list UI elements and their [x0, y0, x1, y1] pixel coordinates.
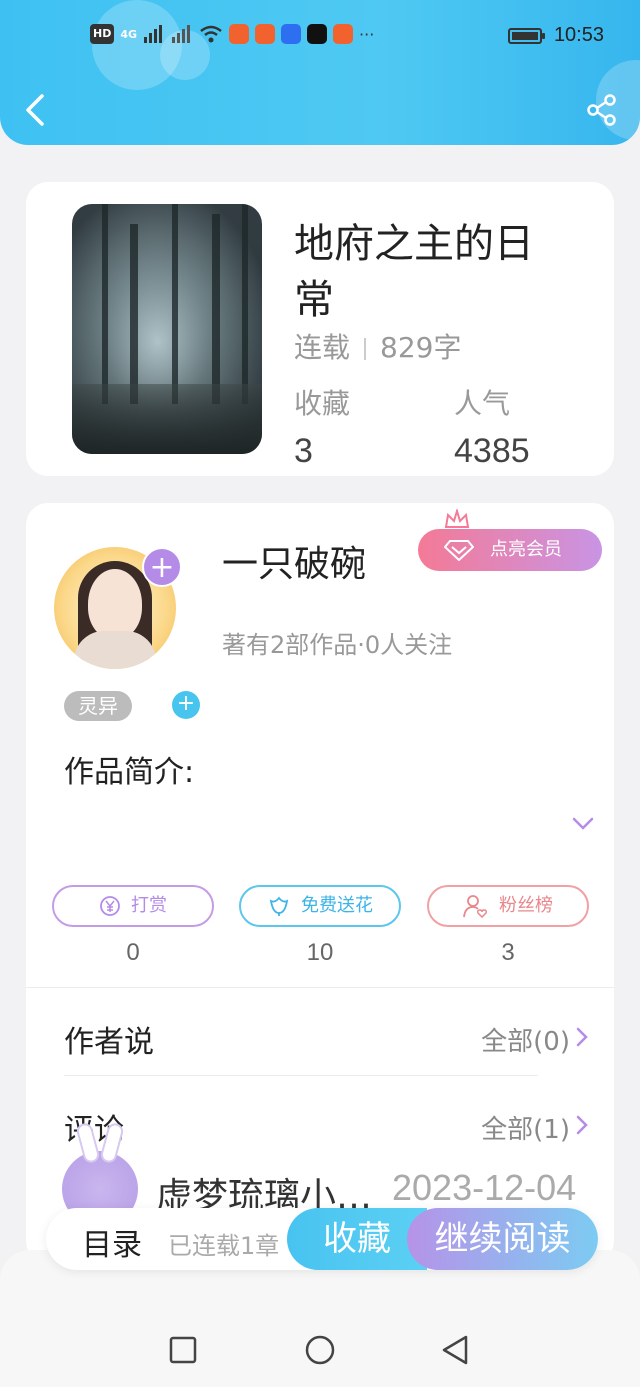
clock: 10:53	[553, 24, 604, 46]
reward-count: 0	[126, 939, 140, 966]
favorites-label: 收藏	[294, 387, 351, 420]
cover-tree	[212, 214, 220, 404]
catalog-button[interactable]: 目录	[82, 1220, 142, 1264]
serial-status: 连载	[294, 331, 351, 364]
author-card: + 一只破碗 点亮会员 著有2部作品·0人关注 灵异 + 作品简介: 打赏 免费…	[26, 503, 614, 1263]
user-heart-icon	[463, 895, 487, 918]
chevron-right-icon[interactable]	[576, 1115, 588, 1135]
word-count: 829字	[380, 331, 462, 364]
favorites-value: 3	[294, 432, 313, 470]
add-tag-button[interactable]: +	[172, 691, 200, 719]
chevron-right-icon[interactable]	[576, 1027, 588, 1047]
share-icon[interactable]	[586, 94, 618, 126]
fan-ranking-button[interactable]: 粉丝榜	[427, 885, 589, 927]
app-notification-icon	[229, 24, 250, 44]
send-flower-label: 免费送花	[301, 895, 373, 916]
divider	[364, 338, 367, 360]
wifi-icon	[200, 25, 222, 43]
yuan-coin-icon	[100, 896, 120, 916]
battery-icon	[507, 27, 545, 44]
more-notifications: ···	[359, 24, 375, 44]
comments-all-link[interactable]: 全部(1)	[481, 1109, 570, 1146]
catalog-status: 已连载1章	[168, 1232, 280, 1260]
author-works-followers: 著有2部作品·0人关注	[222, 631, 453, 659]
vip-button-label: 点亮会员	[490, 539, 562, 560]
status-bar: HD 4G ··· 10:53	[0, 22, 640, 54]
crown-icon	[444, 509, 470, 528]
continue-reading-button[interactable]: 继续阅读	[407, 1208, 598, 1270]
popularity-value: 4385	[454, 432, 530, 470]
book-title: 地府之主的日常	[294, 221, 534, 323]
cover-tree	[130, 224, 138, 404]
fan-ranking-label: 粉丝榜	[499, 895, 553, 916]
fans-count: 3	[501, 939, 515, 966]
reward-label: 打赏	[131, 895, 167, 916]
square-icon[interactable]	[167, 1334, 199, 1366]
collect-button[interactable]: 收藏	[287, 1208, 427, 1270]
cover-ground	[72, 384, 262, 454]
system-navigation-bar	[0, 1250, 640, 1387]
bottom-action-bar: 目录 已连载1章 收藏 继续阅读	[46, 1208, 598, 1270]
signal-icon-2	[172, 25, 191, 43]
diamond-icon	[444, 540, 474, 561]
book-status: 连载 829字	[294, 326, 461, 366]
section-divider	[26, 987, 614, 988]
genre-tag[interactable]: 灵异	[64, 691, 132, 721]
intro-title: 作品简介:	[64, 755, 195, 790]
back-arrow-icon[interactable]	[22, 92, 50, 128]
book-info-card: 地府之主的日常 连载 829字 收藏 人气 3 4385	[26, 182, 614, 476]
reward-button[interactable]: 打赏	[52, 885, 214, 927]
signal-4g-label: 4G	[120, 27, 138, 41]
app-notification-icon	[333, 24, 354, 44]
signal-icon	[144, 25, 163, 43]
app-notification-icon	[281, 24, 302, 44]
avatar-face	[88, 569, 142, 639]
activate-vip-button[interactable]: 点亮会员	[418, 529, 602, 571]
author-says-title: 作者说	[64, 1025, 154, 1060]
top-header: HD 4G ··· 10:53	[0, 0, 640, 145]
triangle-back-icon[interactable]	[440, 1334, 472, 1366]
section-divider	[64, 1075, 538, 1076]
avatar-body	[74, 631, 156, 669]
popularity-label: 人气	[454, 387, 511, 420]
follow-author-button[interactable]: +	[142, 547, 182, 587]
send-flower-button[interactable]: 免费送花	[239, 885, 401, 927]
chevron-down-icon[interactable]	[572, 817, 594, 831]
comment-date: 2023-12-04	[392, 1167, 577, 1208]
flower-count: 10	[306, 939, 334, 966]
author-says-all-link[interactable]: 全部(0)	[481, 1021, 570, 1058]
cover-tree	[172, 204, 178, 404]
tiktok-icon	[307, 24, 328, 44]
cover-tree	[242, 204, 248, 404]
circle-icon[interactable]	[304, 1334, 336, 1366]
app-notification-icon	[255, 24, 276, 44]
cover-tree	[102, 204, 108, 404]
author-name[interactable]: 一只破碗	[222, 535, 366, 587]
hd-indicator: HD	[90, 24, 115, 44]
book-cover-image[interactable]	[72, 204, 262, 454]
flower-icon	[269, 896, 289, 916]
